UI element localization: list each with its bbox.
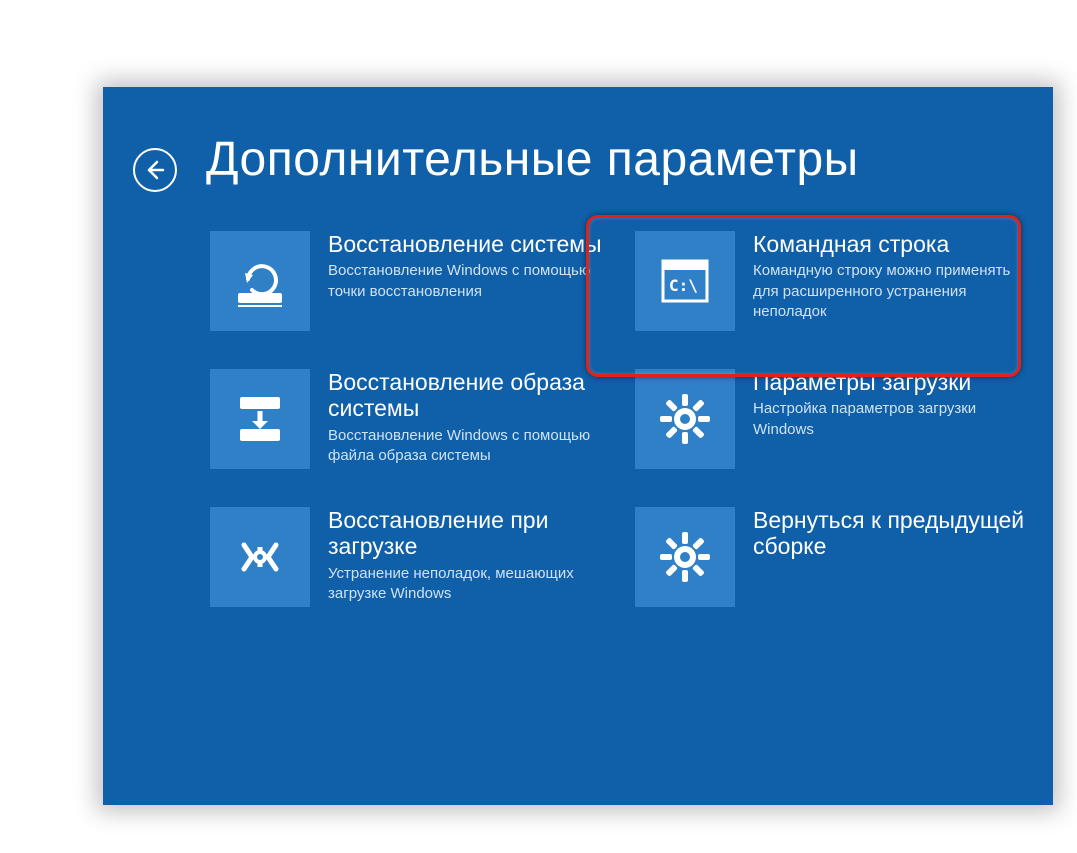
back-button[interactable] (133, 148, 177, 192)
gear-icon (635, 507, 735, 607)
option-desc: Настройка параметров загрузки Windows (753, 399, 1028, 440)
option-startup-repair[interactable]: Восстановление при загрузке Устранение н… (206, 503, 611, 611)
option-title: Командная строка (753, 231, 1028, 257)
option-title: Восстановление образа системы (328, 369, 603, 422)
option-title: Восстановление при загрузке (328, 507, 603, 560)
gear-icon (635, 369, 735, 469)
options-grid: Восстановление системы Восстановление Wi… (206, 227, 1036, 611)
option-title: Параметры загрузки (753, 369, 1028, 395)
option-system-restore[interactable]: Восстановление системы Восстановление Wi… (206, 227, 611, 335)
option-title: Восстановление системы (328, 231, 603, 257)
option-desc: Командную строку можно применять для рас… (753, 261, 1028, 322)
option-desc: Восстановление Windows с помощью файла о… (328, 426, 603, 467)
image-recovery-icon (210, 369, 310, 469)
back-arrow-icon (143, 158, 167, 182)
svg-text:C:\: C:\ (669, 276, 698, 295)
option-go-back[interactable]: Вернуться к предыдущей сборке (631, 503, 1036, 611)
option-title: Вернуться к предыдущей сборке (753, 507, 1028, 560)
recovery-screen: Дополнительные параметры Восстановление … (103, 87, 1053, 805)
option-image-recovery[interactable]: Восстановление образа системы Восстановл… (206, 365, 611, 473)
option-desc: Восстановление Windows с помощью точки в… (328, 261, 603, 302)
option-command-prompt[interactable]: C:\ Командная строка Командную строку мо… (631, 227, 1036, 335)
system-restore-icon (210, 231, 310, 331)
startup-repair-icon (210, 507, 310, 607)
page-title: Дополнительные параметры (206, 132, 859, 187)
option-desc: Устранение неполадок, мешающих загрузке … (328, 564, 603, 605)
command-prompt-icon: C:\ (635, 231, 735, 331)
option-startup-settings[interactable]: Параметры загрузки Настройка параметров … (631, 365, 1036, 473)
